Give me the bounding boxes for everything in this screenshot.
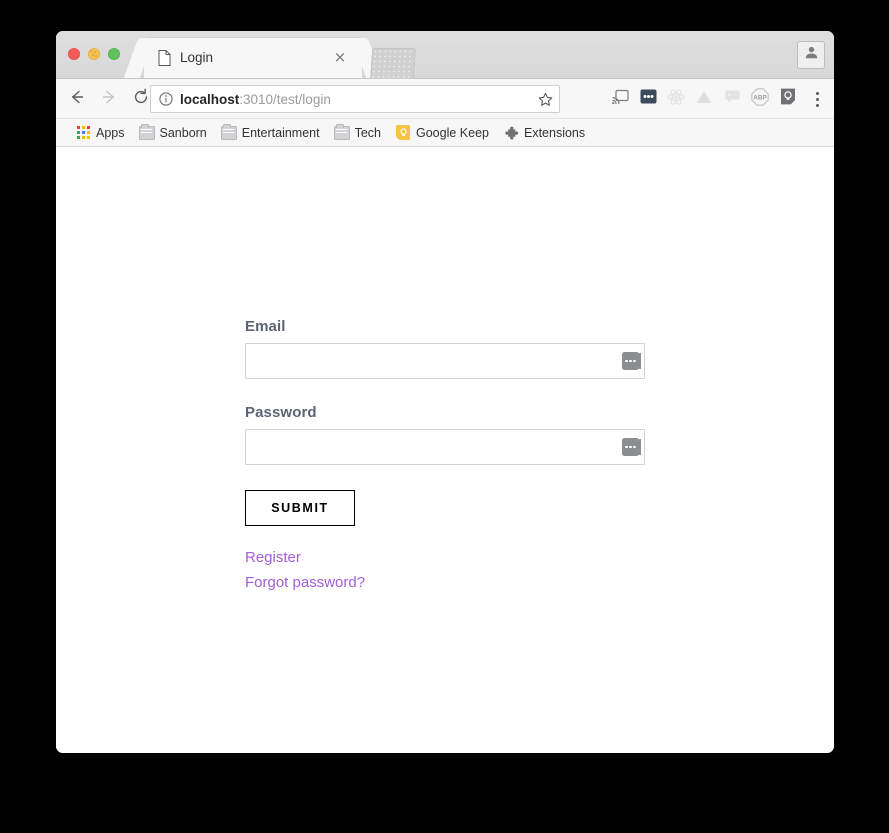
adblock-plus-icon: ABP — [751, 87, 769, 111]
folder-icon — [333, 123, 350, 141]
lastpass-dots-icon[interactable] — [622, 438, 641, 456]
tab-title: Login — [180, 50, 214, 65]
person-icon — [804, 45, 819, 65]
bookmark-label: Extensions — [523, 125, 586, 140]
cast-icon — [611, 89, 629, 109]
chrome-menu-button[interactable] — [806, 87, 828, 111]
star-icon[interactable] — [538, 92, 553, 107]
bookmark-label: Sanborn — [159, 125, 207, 140]
tab-login[interactable]: Login × — [144, 38, 362, 78]
window-traffic-lights — [68, 48, 120, 60]
lastpass-icon — [640, 88, 657, 110]
keep-bulb-icon — [395, 125, 411, 141]
password-label: Password — [245, 404, 317, 421]
profile-button[interactable] — [797, 41, 825, 69]
back-button[interactable] — [66, 88, 88, 110]
bookmark-label: Tech — [354, 125, 381, 140]
login-form: Email Password SUBMIT Register Forgot pa… — [245, 318, 645, 595]
lastpass-button[interactable] — [636, 87, 660, 111]
three-dot-menu-icon — [815, 90, 819, 108]
bookmark-label: Entertainment — [241, 125, 320, 140]
password-input[interactable] — [245, 429, 645, 465]
close-icon[interactable]: × — [332, 49, 348, 65]
password-field-wrapper — [245, 429, 645, 465]
bookmark-entertainment[interactable]: Entertainment — [214, 122, 327, 143]
bookmark-label: Google Keep — [416, 125, 489, 140]
browser-window: Login × localhost:3010/test/login ABP Ap… — [56, 31, 834, 753]
react-devtools-icon — [667, 88, 685, 111]
bookmark-sanborn[interactable]: Sanborn — [132, 122, 214, 143]
address-bar-path: :3010/test/login — [239, 91, 331, 107]
adblock-plus-button[interactable]: ABP — [748, 87, 772, 111]
bookmark-apps[interactable]: Apps — [68, 122, 132, 143]
svg-text:ABP: ABP — [753, 94, 767, 101]
page-viewport: Email Password SUBMIT Register Forgot pa… — [56, 147, 834, 753]
address-bar-url: localhost:3010/test/login — [180, 92, 532, 107]
register-link[interactable]: Register — [245, 545, 645, 570]
forward-button[interactable] — [98, 88, 120, 110]
email-input[interactable] — [245, 343, 645, 379]
google-drive-icon — [695, 89, 713, 110]
forgot-password-link[interactable]: Forgot password? — [245, 570, 645, 595]
folder-icon — [138, 123, 155, 141]
address-bar[interactable]: localhost:3010/test/login — [150, 85, 560, 113]
reload-icon — [132, 88, 150, 111]
chat-bubble-button[interactable] — [720, 87, 744, 111]
tab-inactive-placeholder[interactable] — [369, 48, 417, 79]
browser-toolbar: localhost:3010/test/login ABP — [56, 79, 834, 119]
react-devtools-button[interactable] — [664, 87, 688, 111]
tab-strip: Login × — [56, 31, 834, 79]
google-drive-button[interactable] — [692, 87, 716, 111]
bookmarks-bar: Apps Sanborn Entertainment Tech Google K… — [56, 119, 834, 147]
page-icon — [158, 50, 171, 66]
lastpass-dots-icon[interactable] — [622, 352, 641, 370]
bookmark-tech[interactable]: Tech — [327, 122, 388, 143]
arrow-right-icon — [100, 88, 118, 111]
email-label: Email — [245, 318, 286, 335]
bookmark-label: Apps — [96, 125, 125, 140]
chat-bubble-icon — [724, 89, 741, 109]
address-bar-host: localhost — [180, 91, 240, 107]
google-keep-button[interactable] — [776, 87, 800, 111]
arrow-left-icon — [68, 88, 86, 111]
submit-button[interactable]: SUBMIT — [245, 490, 355, 526]
puzzle-piece-icon — [503, 125, 519, 141]
google-keep-icon — [780, 88, 796, 110]
close-window-button[interactable] — [68, 48, 80, 60]
bookmark-google-keep[interactable]: Google Keep — [388, 122, 496, 143]
bookmark-extensions[interactable]: Extensions — [496, 122, 592, 143]
email-field-wrapper — [245, 343, 645, 379]
folder-icon — [220, 123, 237, 141]
reload-button[interactable] — [130, 88, 152, 110]
minimize-window-button[interactable] — [88, 48, 100, 60]
maximize-window-button[interactable] — [108, 48, 120, 60]
info-circle-icon[interactable] — [159, 92, 173, 106]
cast-button[interactable] — [608, 87, 632, 111]
apps-grid-icon — [75, 125, 91, 141]
auth-links: Register Forgot password? — [245, 545, 645, 595]
